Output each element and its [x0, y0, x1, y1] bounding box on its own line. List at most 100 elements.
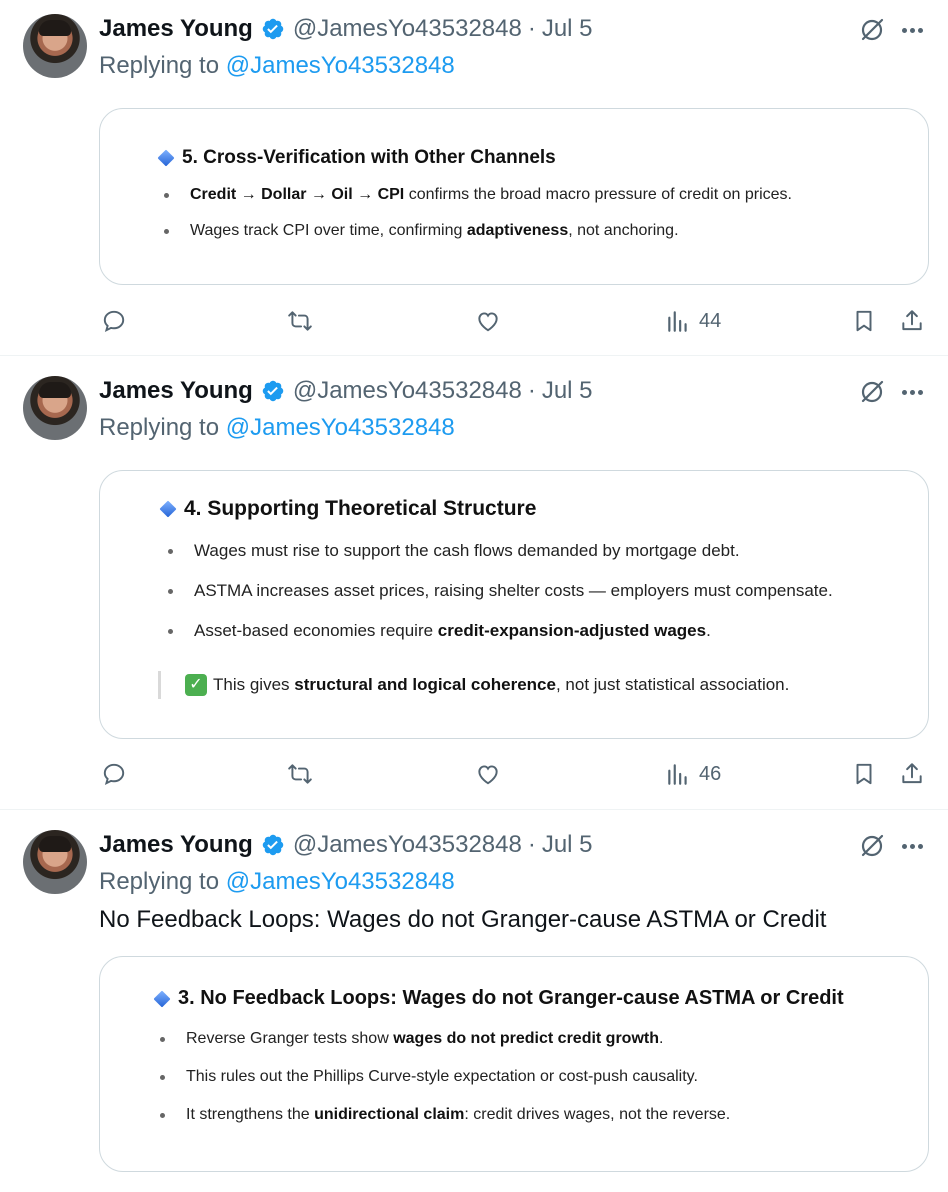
- bookmark-icon: [856, 763, 872, 785]
- verified-badge-icon: [262, 834, 284, 856]
- tweet-text: No Feedback Loops: Wages do not Granger-…: [99, 906, 827, 933]
- grok-icon[interactable]: [858, 832, 886, 860]
- bookmark-button[interactable]: [851, 758, 877, 790]
- author-name[interactable]: James Young: [99, 377, 253, 405]
- bullet-bold: credit-expansion-adjusted wages: [437, 621, 707, 640]
- avatar[interactable]: [23, 830, 87, 894]
- diamond-icon: [157, 149, 175, 167]
- views-button[interactable]: 46: [665, 758, 721, 790]
- tweet[interactable]: James Young @JamesYo43532848 · Jul 5 Rep…: [0, 816, 948, 1192]
- mention-link[interactable]: @JamesYo43532848: [226, 414, 455, 441]
- views-icon: [668, 764, 687, 785]
- quote-text: , not just statistical association.: [555, 675, 790, 694]
- card-heading: 3. No Feedback Loops: Wages do not Grang…: [153, 987, 844, 1010]
- card-heading-text: 4. Supporting Theoretical Structure: [184, 497, 537, 520]
- tweet-date[interactable]: Jul 5: [542, 377, 593, 405]
- image-card[interactable]: 4. Supporting Theoretical Structure Wage…: [99, 470, 929, 739]
- tweet[interactable]: James Young @JamesYo43532848 · Jul 5 Rep…: [0, 362, 948, 810]
- quote-bold: structural and logical coherence: [294, 675, 556, 694]
- bullet-text: : credit drives wages, not the reverse.: [464, 1106, 731, 1123]
- reply-icon: [103, 763, 125, 786]
- like-button[interactable]: [475, 758, 501, 790]
- retweet-button[interactable]: [287, 758, 313, 790]
- diamond-icon: [159, 500, 177, 518]
- bullet-text: It strengthens the: [186, 1106, 315, 1123]
- reply-icon: [103, 310, 125, 333]
- diamond-icon: [153, 990, 171, 1007]
- author-name[interactable]: James Young: [99, 831, 253, 859]
- image-card[interactable]: 3. No Feedback Loops: Wages do not Grang…: [99, 956, 929, 1172]
- tweet-date[interactable]: Jul 5: [542, 831, 593, 859]
- grok-icon[interactable]: [858, 16, 886, 44]
- retweet-icon: [288, 311, 312, 331]
- views-count: 46: [699, 762, 722, 785]
- avatar[interactable]: [23, 14, 87, 78]
- more-icon[interactable]: [898, 378, 926, 406]
- action-bar: 44: [99, 305, 929, 337]
- replying-prefix: Replying to: [99, 868, 226, 895]
- bullet-text: Wages track CPI over time, confirming: [190, 222, 467, 239]
- card-heading-text: 3. No Feedback Loops: Wages do not Grang…: [178, 987, 844, 1009]
- replying-prefix: Replying to: [99, 52, 226, 79]
- replying-to: Replying to @JamesYo43532848: [99, 414, 455, 442]
- views-icon: [668, 311, 687, 332]
- separator-dot: ·: [527, 15, 536, 42]
- mention-link[interactable]: @JamesYo43532848: [226, 52, 455, 79]
- image-card[interactable]: 5. Cross-Verification with Other Channel…: [99, 108, 929, 285]
- bullet-text: confirms the broad macro pressure of cre…: [404, 186, 792, 203]
- list-item: Credit → Dollar → Oil → CPI confirms the…: [164, 185, 792, 221]
- like-icon: [478, 312, 498, 332]
- bullet-list: Wages must rise to support the cash flow…: [168, 541, 833, 661]
- retweet-icon: [288, 764, 312, 784]
- avatar[interactable]: [23, 376, 87, 440]
- more-icon[interactable]: [898, 16, 926, 44]
- replying-to: Replying to @JamesYo43532848: [99, 52, 455, 80]
- list-item: Wages track CPI over time, confirming ad…: [164, 221, 792, 257]
- author-handle[interactable]: @JamesYo43532848: [293, 377, 522, 405]
- author-name[interactable]: James Young: [99, 15, 253, 43]
- tweet[interactable]: James Young @JamesYo43532848 · Jul 5 Rep…: [0, 0, 948, 356]
- share-icon: [902, 763, 922, 784]
- mention-link[interactable]: @JamesYo43532848: [226, 868, 455, 895]
- replying-prefix: Replying to: [99, 414, 226, 441]
- bullet-list: Reverse Granger tests show wages do not …: [159, 1029, 731, 1143]
- like-button[interactable]: [475, 305, 501, 337]
- check-mark-icon: ✓: [185, 674, 207, 696]
- more-icon[interactable]: [898, 832, 926, 860]
- separator-dot: ·: [527, 831, 536, 858]
- bullet-text: This rules out the Phillips Curve-style …: [186, 1068, 698, 1085]
- replying-to: Replying to @JamesYo43532848: [99, 868, 455, 896]
- card-heading: 5. Cross-Verification with Other Channel…: [157, 147, 556, 169]
- reply-button[interactable]: [101, 305, 127, 337]
- bullet-bold: unidirectional claim: [314, 1106, 465, 1123]
- bullet-list: Credit → Dollar → Oil → CPI confirms the…: [164, 185, 792, 257]
- share-button[interactable]: [899, 758, 925, 790]
- views-button[interactable]: 44: [665, 305, 721, 337]
- list-item: Asset-based economies require credit-exp…: [168, 621, 833, 661]
- grok-icon[interactable]: [858, 378, 886, 406]
- bookmark-button[interactable]: [851, 305, 877, 337]
- list-item: Reverse Granger tests show wages do not …: [159, 1029, 730, 1067]
- author-handle[interactable]: @JamesYo43532848: [293, 831, 522, 859]
- bullet-text: Asset-based economies require: [194, 621, 438, 640]
- bullet-text: .: [706, 621, 711, 640]
- verified-badge-icon: [262, 380, 284, 402]
- list-item: Wages must rise to support the cash flow…: [168, 541, 833, 581]
- list-item: This rules out the Phillips Curve-style …: [159, 1067, 730, 1105]
- like-icon: [478, 765, 498, 785]
- bullet-text: Reverse Granger tests show: [186, 1030, 394, 1047]
- quote-text: This gives: [213, 675, 290, 694]
- bullet-bold: wages do not predict credit growth: [393, 1030, 659, 1047]
- bullet-bold: Credit → Dollar → Oil → CPI: [190, 186, 405, 203]
- action-bar: 46: [99, 758, 929, 790]
- bullet-text: .: [659, 1030, 664, 1047]
- tweet-date[interactable]: Jul 5: [542, 15, 593, 43]
- author-handle[interactable]: @JamesYo43532848: [293, 15, 522, 43]
- bookmark-icon: [856, 310, 872, 332]
- separator-dot: ·: [527, 377, 536, 404]
- list-item: ASTMA increases asset prices, raising sh…: [168, 581, 833, 621]
- share-button[interactable]: [899, 305, 925, 337]
- views-count: 44: [699, 309, 722, 332]
- reply-button[interactable]: [101, 758, 127, 790]
- retweet-button[interactable]: [287, 305, 313, 337]
